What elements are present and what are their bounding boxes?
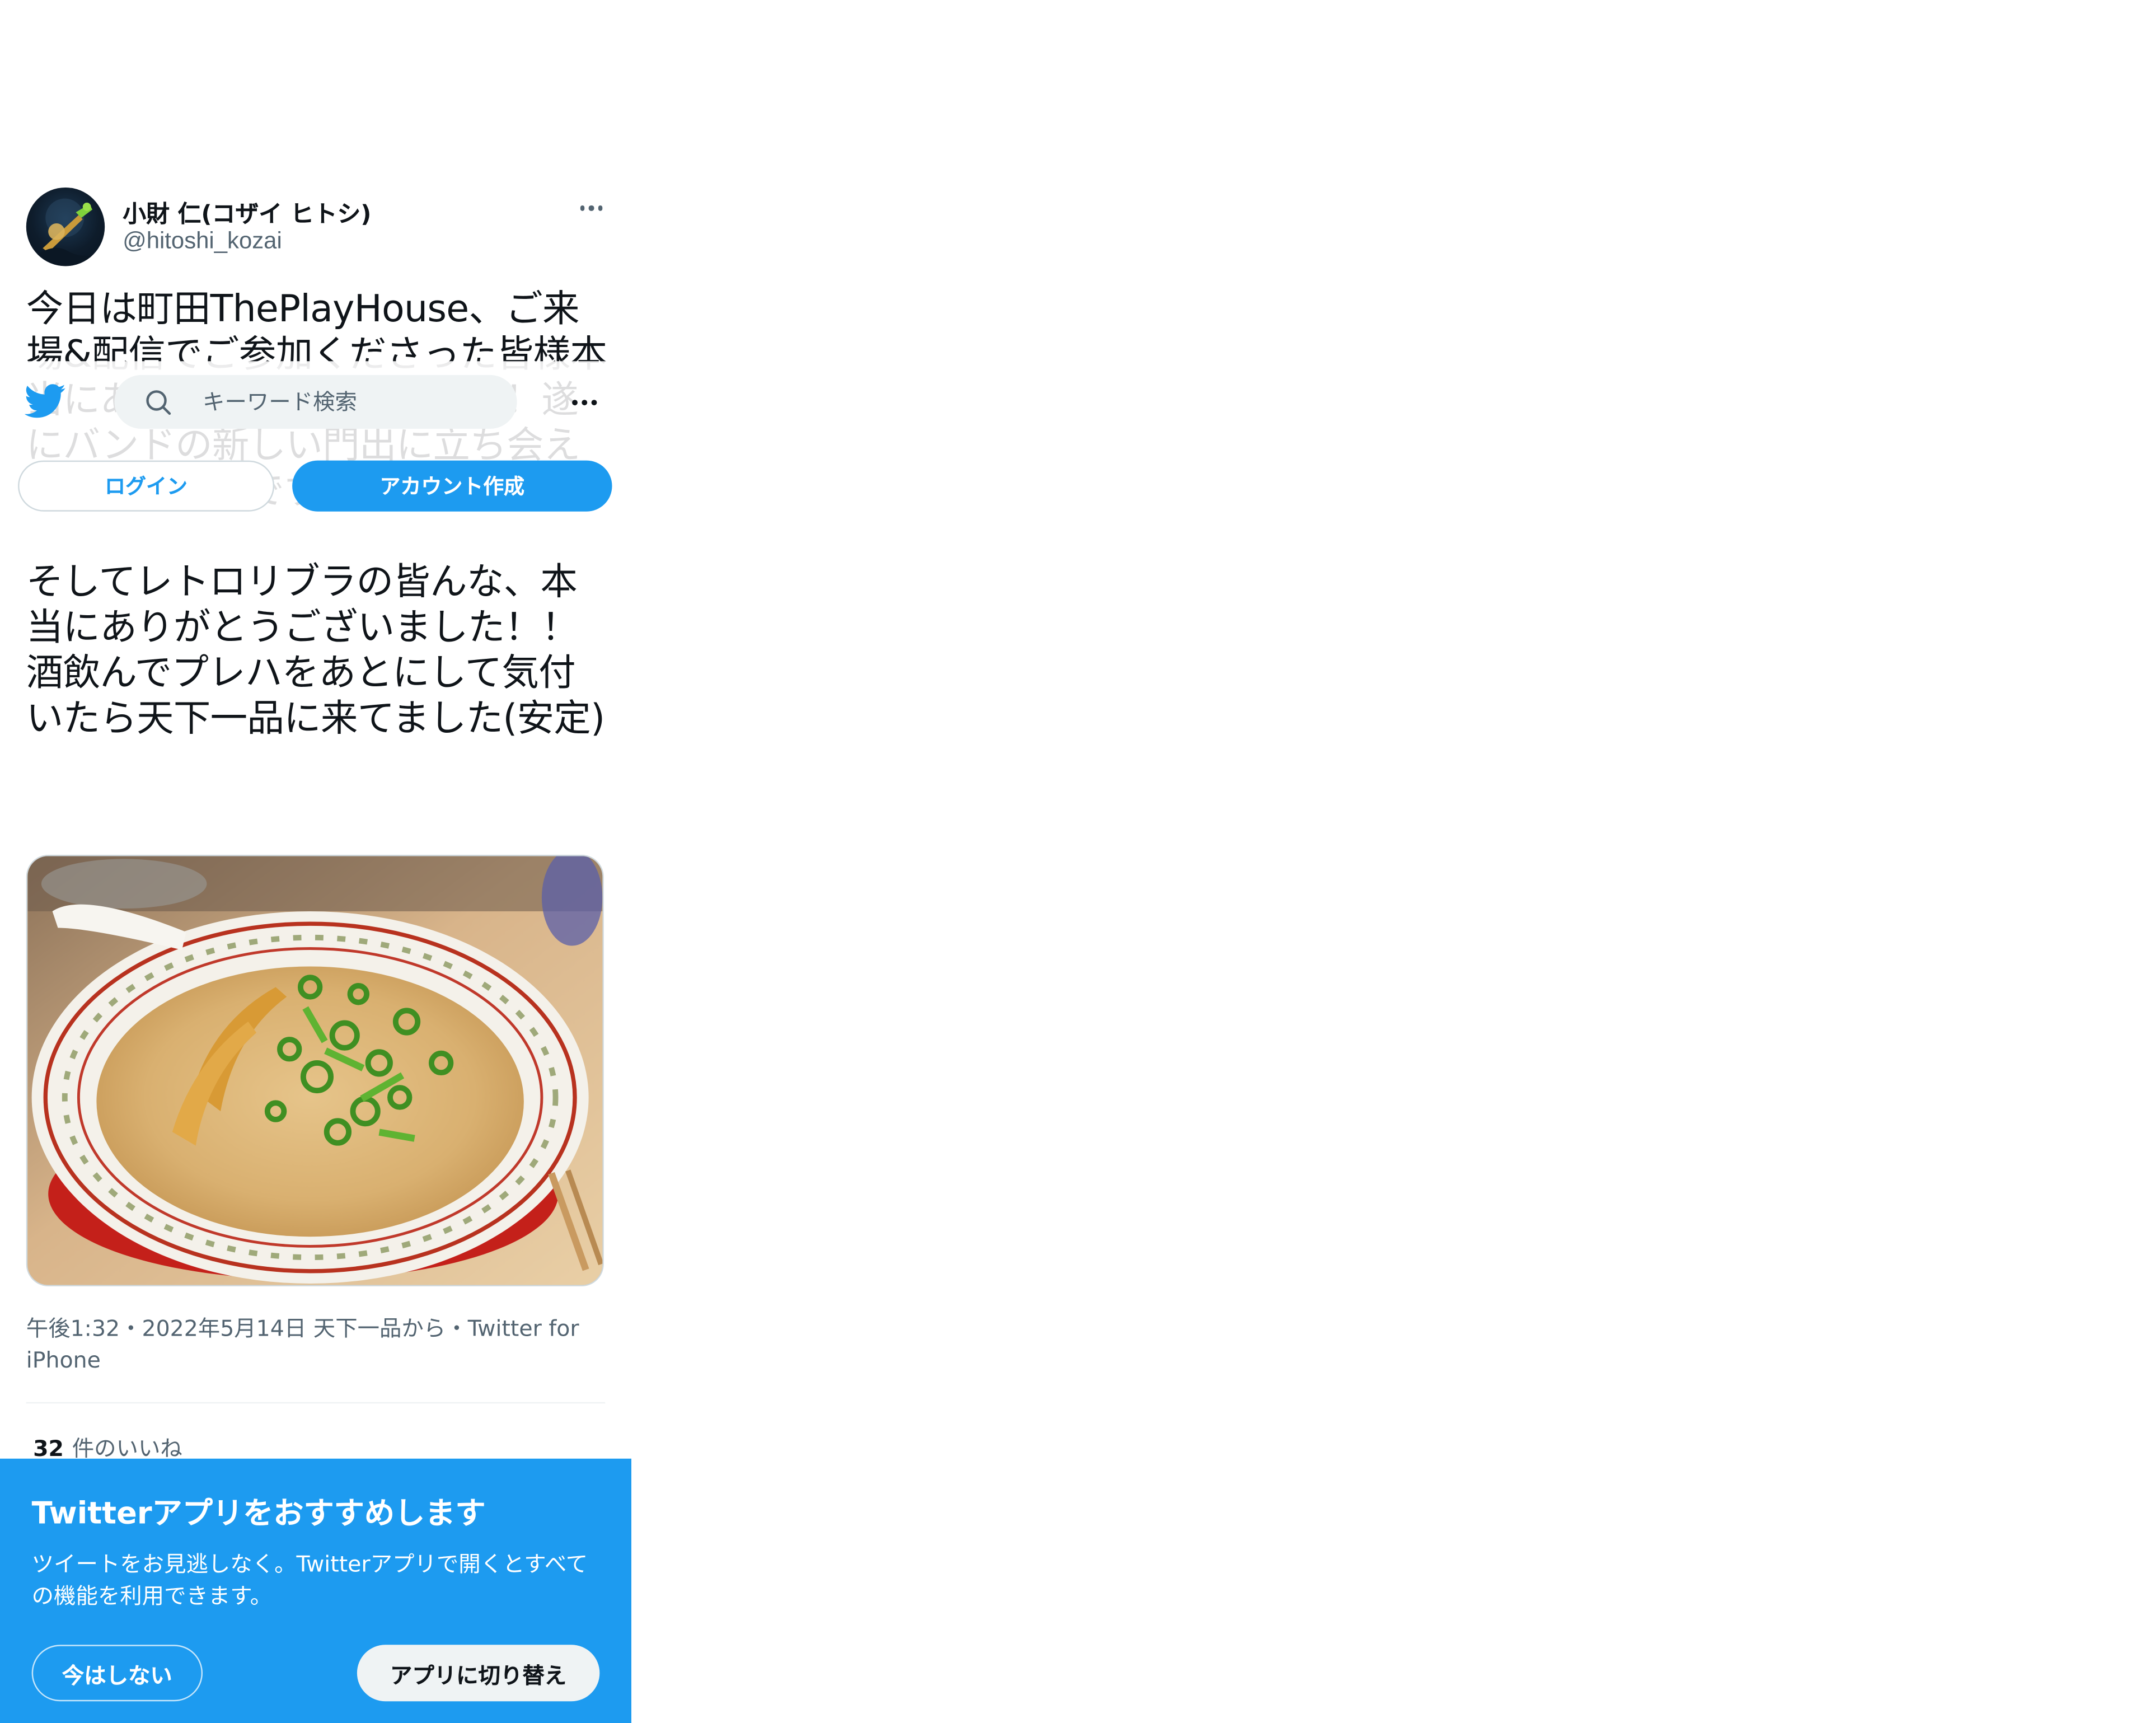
likes-number: 32 <box>33 1435 64 1462</box>
avatar-image <box>34 198 101 266</box>
tweet-location[interactable]: 天下一品から <box>313 1315 446 1342</box>
tweet-photo[interactable] <box>26 854 604 1286</box>
promo-title: Twitterアプリをおすすめします <box>31 1497 486 1532</box>
search-input[interactable] <box>203 388 479 415</box>
page: 小財 仁(コザイ ヒトシ) @hitoshi_kozai 今日は町田ThePla… <box>0 0 2156 1723</box>
signup-button[interactable]: アカウント作成 <box>292 460 612 512</box>
app-promo-sheet: Twitterアプリをおすすめします ツイートをお見逃しなく。Twitterアプ… <box>0 1458 632 1723</box>
author-handle[interactable]: @hitoshi_kozai <box>123 227 282 255</box>
promo-body: ツイートをお見逃しなく。Twitterアプリで開くとすべての機能を利用できます。 <box>31 1551 588 1609</box>
login-button[interactable]: ログイン <box>18 460 275 512</box>
tweet-meta: 午後1:32・2022年5月14日 天下一品から・Twitter for iPh… <box>26 1313 592 1376</box>
switch-to-app-button[interactable]: アプリに切り替え <box>357 1645 600 1702</box>
not-now-button[interactable]: 今はしない <box>31 1645 203 1702</box>
more-dots-icon <box>572 400 597 406</box>
likes-count[interactable]: 32 件のいいね <box>33 1430 182 1463</box>
top-more-button[interactable] <box>564 387 605 418</box>
more-dots-icon <box>580 205 603 211</box>
meta-separator: ・ <box>446 1315 468 1342</box>
tweet-timestamp[interactable]: 午後1:32・2022年5月14日 <box>26 1315 306 1342</box>
search-bar[interactable] <box>114 374 517 429</box>
search-icon <box>146 390 171 414</box>
twitter-bird-icon[interactable] <box>25 383 66 419</box>
tweet-detail: 小財 仁(コザイ ヒトシ) @hitoshi_kozai 今日は町田ThePla… <box>0 0 632 1723</box>
author-display-name[interactable]: 小財 仁(コザイ ヒトシ) <box>123 194 371 229</box>
ramen-photo <box>27 856 603 1285</box>
likes-label: 件のいいね <box>72 1435 182 1462</box>
tweet-more-button[interactable] <box>574 193 610 223</box>
avatar[interactable] <box>26 187 105 266</box>
top-bar: ログイン アカウント作成 <box>0 361 632 527</box>
divider <box>26 1402 606 1404</box>
